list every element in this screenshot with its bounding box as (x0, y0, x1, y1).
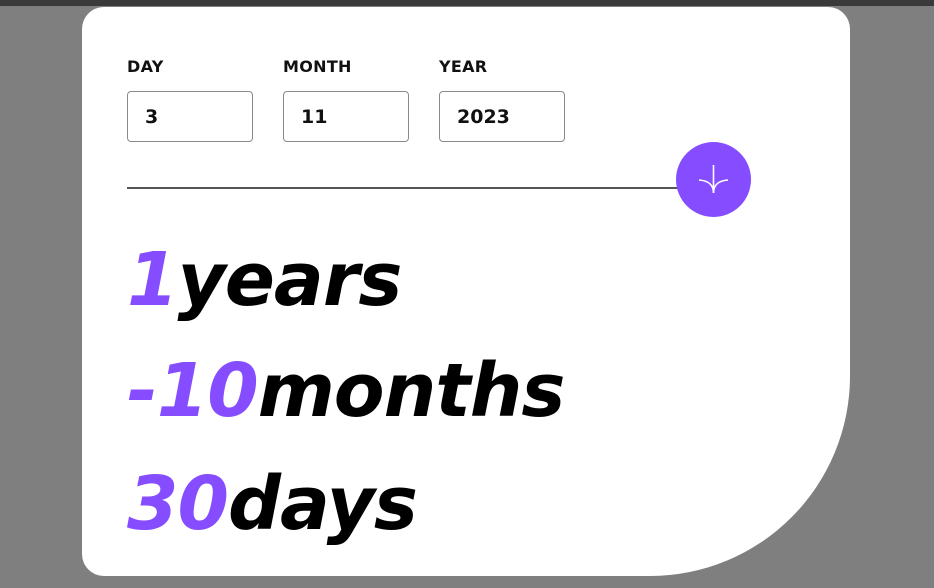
months-unit: months (257, 348, 566, 434)
days-unit: days (227, 461, 418, 547)
months-value: -10 (127, 348, 259, 434)
day-field: DAY (127, 55, 253, 142)
days-result: 30days (127, 459, 418, 549)
year-label: YEAR (439, 57, 488, 76)
year-input[interactable] (439, 91, 565, 142)
divider (127, 187, 687, 189)
arrow-down-icon (698, 165, 729, 194)
submit-button[interactable] (676, 142, 751, 217)
day-input[interactable] (127, 91, 253, 142)
month-field: MONTH (283, 55, 409, 142)
months-result: -10months (127, 346, 566, 436)
years-result: 1years (127, 235, 403, 325)
days-value: 30 (127, 461, 229, 547)
years-value: 1 (127, 237, 178, 323)
years-unit: years (177, 237, 403, 323)
top-bar (0, 0, 934, 6)
age-calculator-card: DAY MONTH YEAR 1years -10months 30days (82, 7, 850, 576)
year-field: YEAR (439, 55, 565, 142)
day-label: DAY (127, 57, 164, 76)
month-input[interactable] (283, 91, 409, 142)
month-label: MONTH (283, 57, 352, 76)
